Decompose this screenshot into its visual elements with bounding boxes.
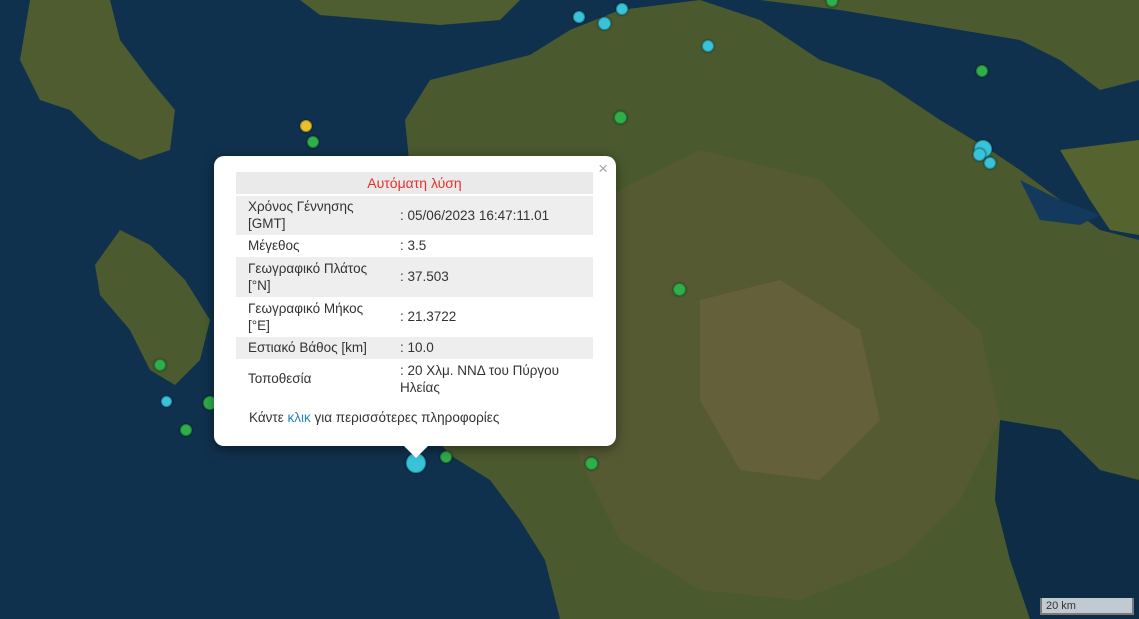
more-info-link[interactable]: κλικ	[288, 410, 311, 425]
row-value: : 05/06/2023 16:47:11.01	[396, 196, 593, 235]
earthquake-marker[interactable]	[154, 359, 166, 371]
scale-bar: 20 km	[1040, 598, 1134, 615]
table-row: Μέγεθος : 3.5	[236, 235, 593, 257]
row-value: : 20 Χλμ. ΝΝΔ του Πύργου Ηλείας	[400, 362, 560, 395]
earthquake-marker[interactable]	[976, 65, 988, 77]
table-row: Εστιακό Βάθος [km] : 10.0	[236, 337, 593, 359]
earthquake-marker[interactable]	[616, 3, 628, 15]
row-value: : 21.3722	[400, 309, 457, 324]
earthquake-marker[interactable]	[585, 457, 598, 470]
row-label: Εστιακό Βάθος [km]	[236, 337, 396, 359]
popup-pointer	[404, 446, 428, 458]
table-row: Χρόνος Γέννησης [GMT] : 05/06/2023 16:47…	[236, 196, 593, 235]
earthquake-marker[interactable]	[180, 424, 192, 436]
earthquake-marker[interactable]	[440, 451, 452, 463]
earthquake-marker[interactable]	[300, 120, 312, 132]
row-label: Γεωγραφικό Μήκος [°E]	[248, 300, 364, 333]
row-value: : 37.503	[396, 257, 593, 297]
earthquake-marker[interactable]	[702, 40, 714, 52]
more-prefix: Κάντε	[249, 410, 288, 425]
popup-title: Αυτόματη λύση	[236, 172, 593, 194]
earthquake-marker[interactable]	[598, 17, 611, 30]
table-row: Γεωγραφικό Πλάτος [°N] : 37.503	[236, 257, 593, 297]
more-suffix: για περισσότερες πληροφορίες	[310, 410, 500, 425]
earthquake-marker[interactable]	[614, 111, 627, 124]
row-value: : 3.5	[400, 238, 427, 253]
earthquake-marker[interactable]	[573, 11, 585, 23]
row-value: : 10.0	[396, 337, 593, 359]
close-icon[interactable]: ×	[598, 160, 608, 178]
earthquake-marker[interactable]	[307, 136, 319, 148]
info-table: Χρόνος Γέννησης [GMT] : 05/06/2023 16:47…	[236, 196, 593, 399]
earthquake-marker[interactable]	[673, 283, 686, 296]
earthquake-marker[interactable]	[161, 396, 172, 407]
earthquake-info-popup: × Αυτόματη λύση Χρόνος Γέννησης [GMT] : …	[214, 156, 616, 458]
table-row: Γεωγραφικό Μήκος [°E] : 21.3722	[236, 297, 593, 337]
table-row: Τοποθεσία : 20 Χλμ. ΝΝΔ του Πύργου Ηλεία…	[236, 359, 593, 399]
row-label: Γεωγραφικό Πλάτος [°N]	[236, 257, 396, 297]
more-info-text: Κάντε κλικ για περισσότερες πληροφορίες	[249, 410, 499, 425]
row-label: Τοποθεσία	[248, 371, 312, 386]
earthquake-marker[interactable]	[984, 157, 996, 169]
row-label: Μέγεθος	[248, 238, 300, 253]
row-label: Χρόνος Γέννησης [GMT]	[236, 196, 396, 235]
